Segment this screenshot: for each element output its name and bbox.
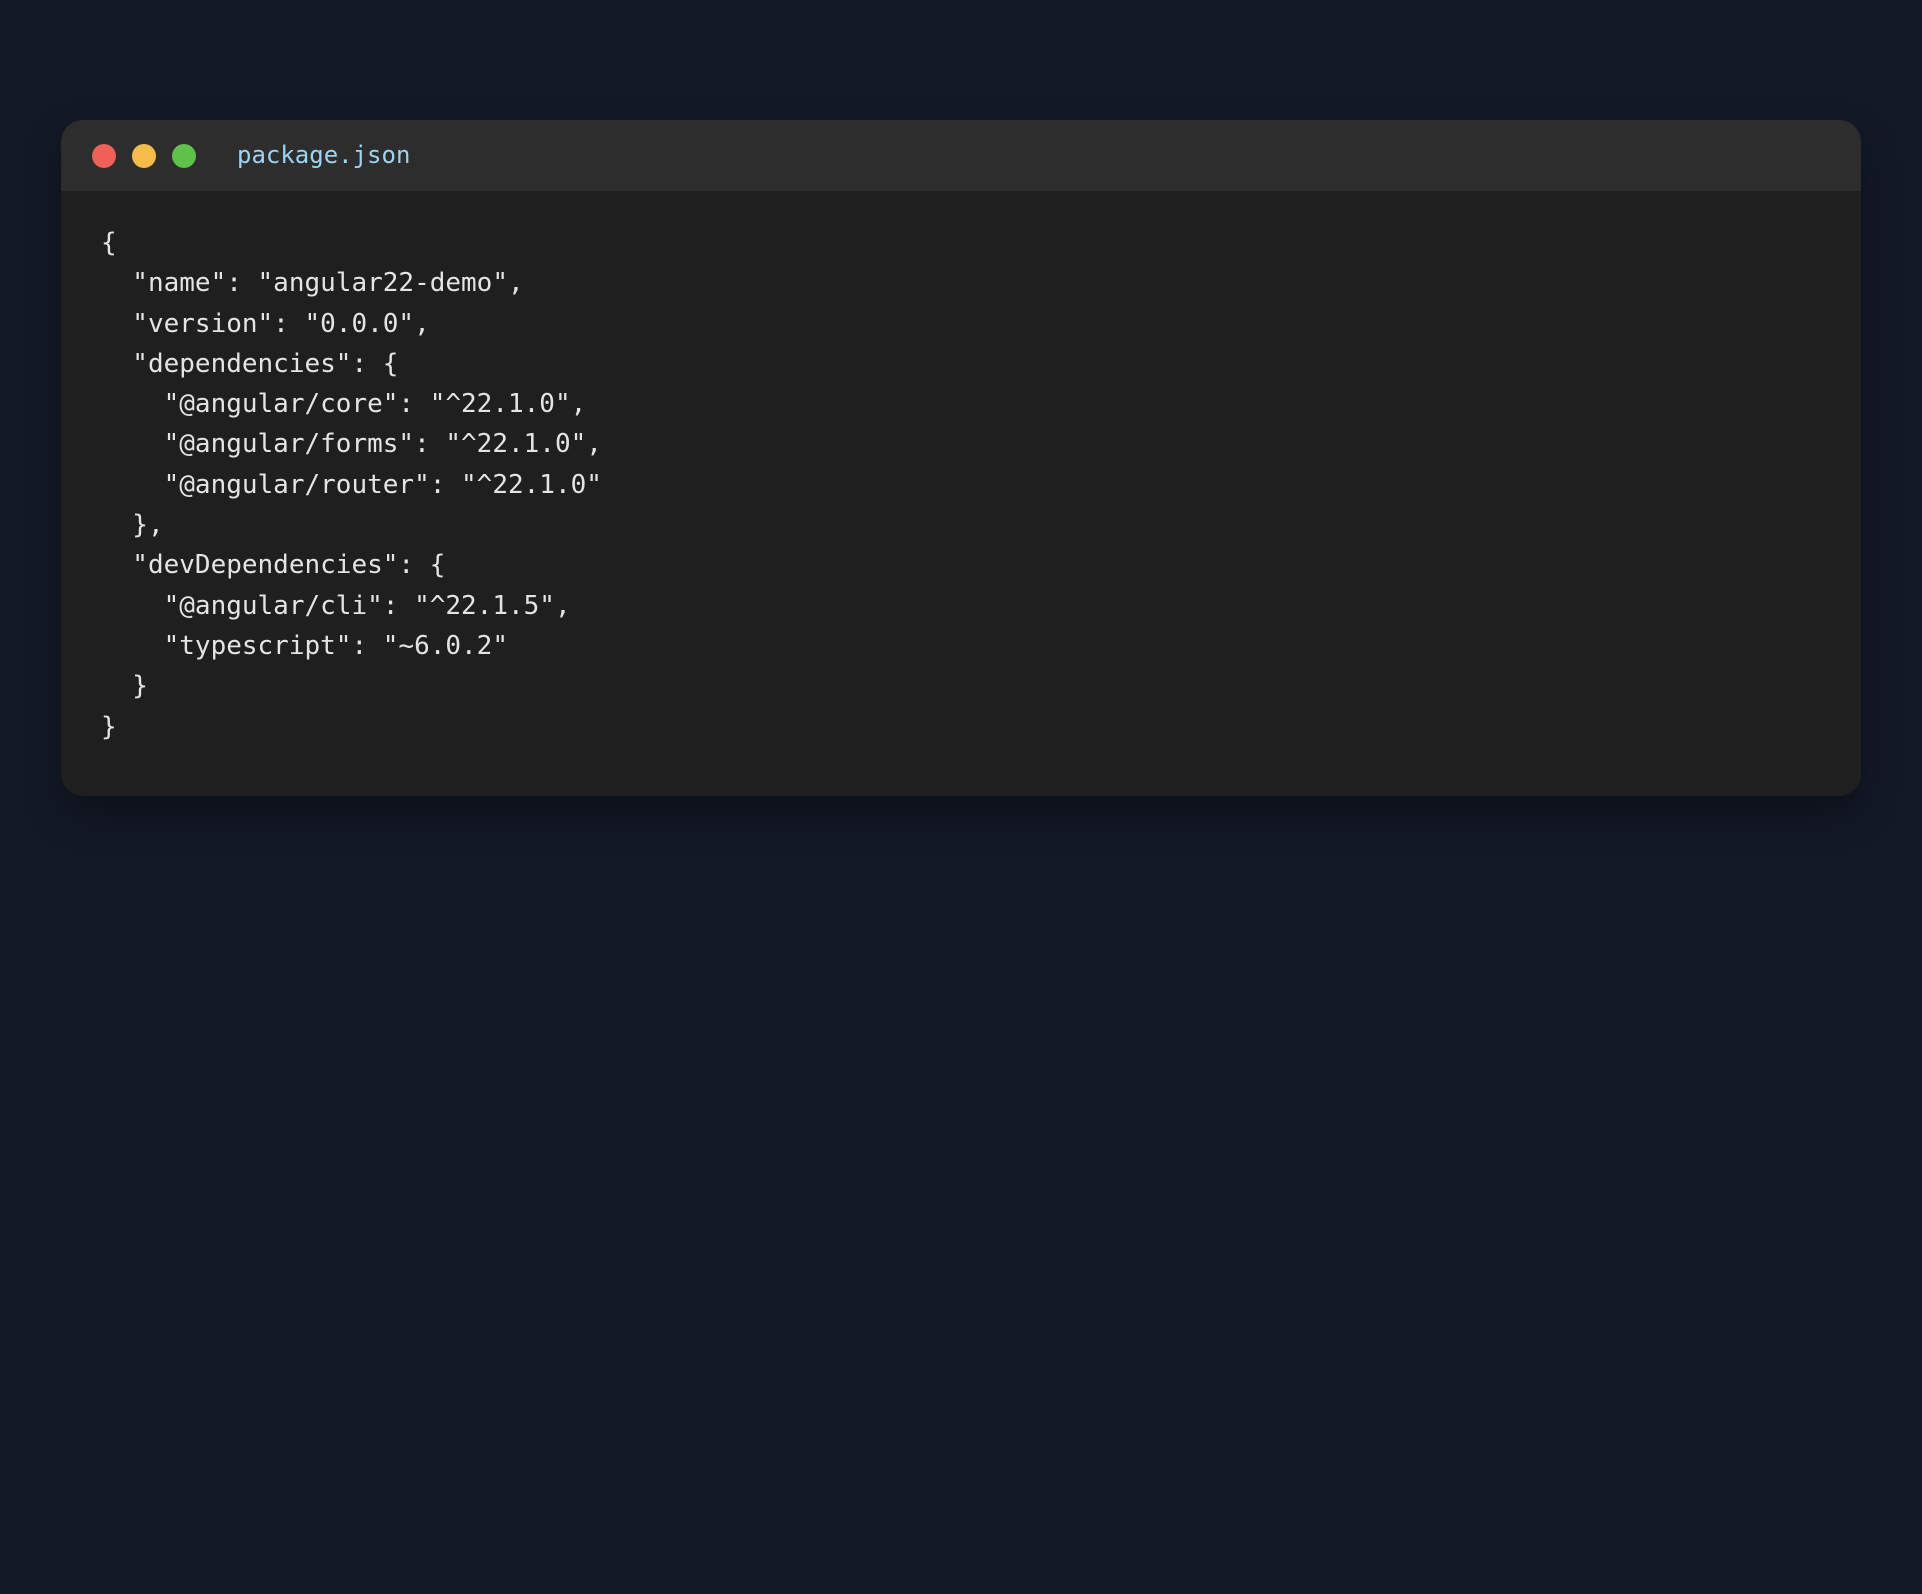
code-line: } <box>101 711 117 742</box>
code-line: "version": "0.0.0", <box>101 308 430 339</box>
code-line: "@angular/core": "^22.1.0", <box>101 389 587 420</box>
code-window: package.json { "name": "angular22-demo",… <box>61 120 1861 796</box>
code-line: { <box>101 228 117 258</box>
code-block[interactable]: { "name": "angular22-demo", "version": "… <box>61 191 1861 747</box>
code-line: "typescript": "~6.0.2" <box>101 630 508 661</box>
close-window-button[interactable] <box>92 144 116 168</box>
code-line: } <box>101 671 148 702</box>
code-line: "@angular/forms": "^22.1.0", <box>101 429 602 460</box>
code-line: }, <box>101 510 164 541</box>
window-titlebar: package.json <box>61 120 1861 191</box>
file-name-title: package.json <box>237 141 411 169</box>
code-line: "devDependencies": { <box>101 550 446 581</box>
code-line: "@angular/cli": "^22.1.5", <box>101 590 571 621</box>
code-line: "dependencies": { <box>101 348 399 379</box>
code-line: "@angular/router": "^22.1.0" <box>101 469 602 500</box>
minimize-window-button[interactable] <box>132 144 156 168</box>
code-line: "name": "angular22-demo", <box>101 268 524 299</box>
zoom-window-button[interactable] <box>172 144 196 168</box>
